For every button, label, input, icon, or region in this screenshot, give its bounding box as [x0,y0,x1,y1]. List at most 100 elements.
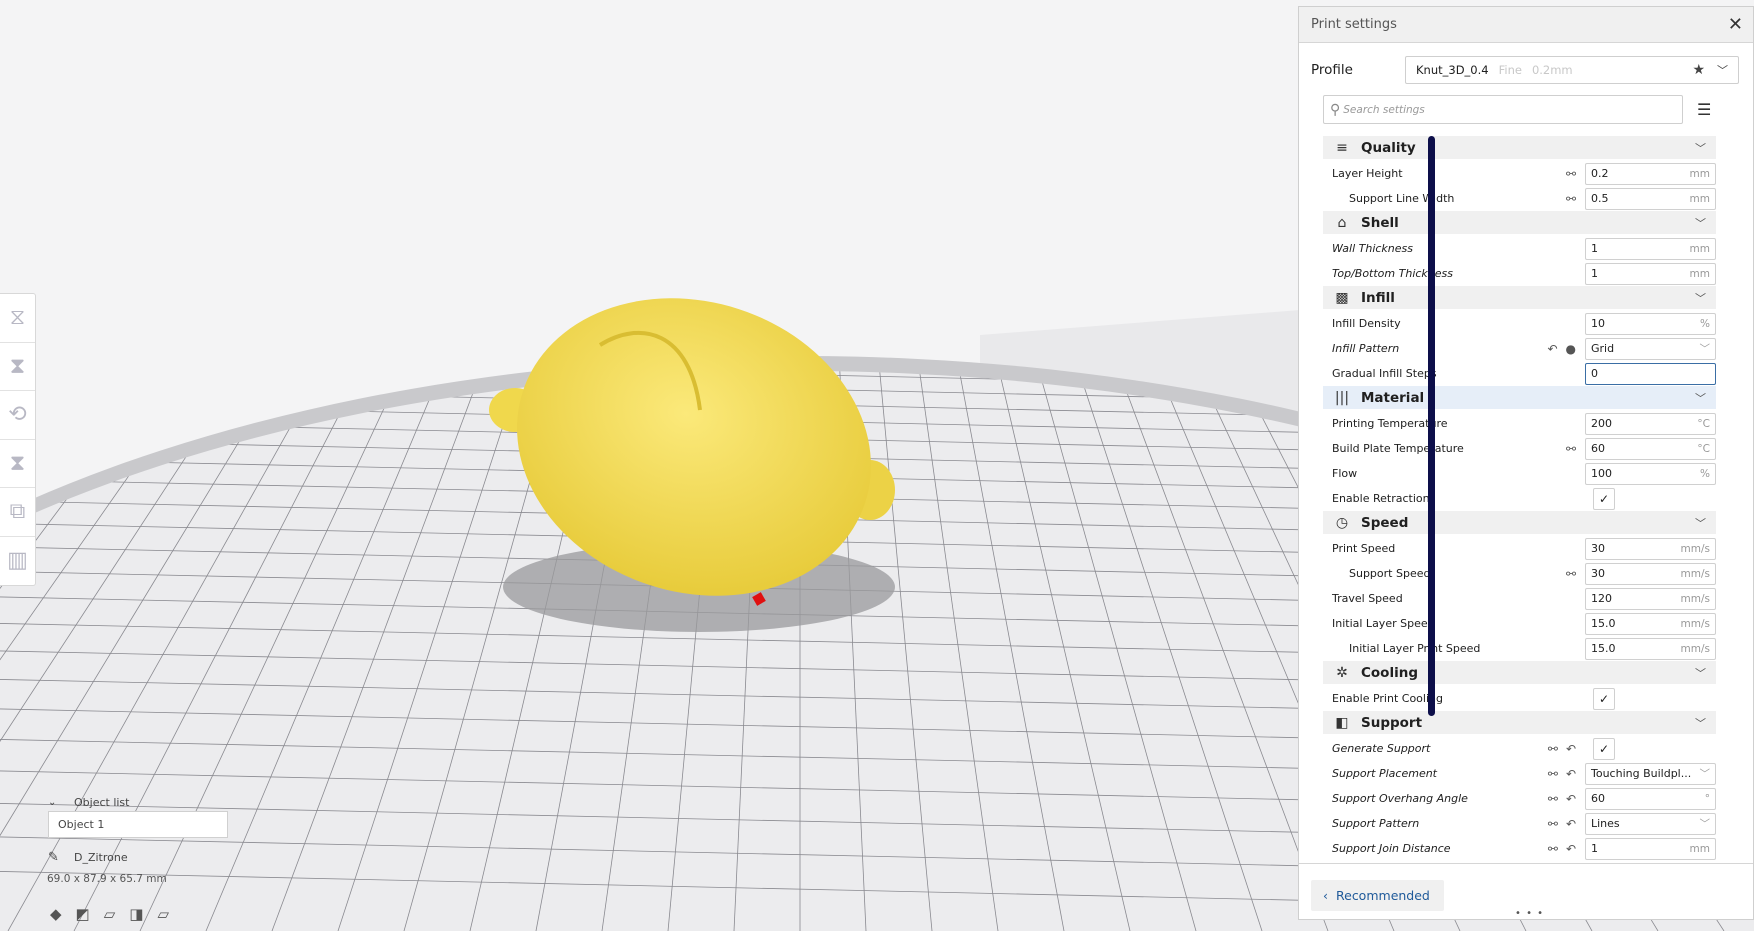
reset-icon[interactable]: ↶ [1566,817,1576,831]
setting-initial-layer-speed: Initial Layer Speed 15.0 mm/s [1323,611,1716,636]
support-line-widthinput[interactable]: 0.5 mm [1585,187,1716,210]
category-material[interactable]: ||| Material ﹀ [1323,386,1716,409]
enable-retractioncheckbox[interactable]: ✓ [1593,487,1615,510]
link-icon[interactable]: ⚯ [1548,767,1558,781]
settings-visibility-menu-icon[interactable]: ☰ [1697,100,1711,119]
function-icon[interactable]: ● [1566,342,1576,356]
chevron-down-icon: ﹀ [1699,818,1711,830]
setting-label: Support Placement [1332,767,1437,780]
mirror-tool-button[interactable]: ⧗ [0,343,35,391]
link-icon[interactable]: ⚯ [1566,567,1576,581]
setting-support-join-distance: Support Join Distance ⚯ ↶ 1 mm [1323,836,1716,861]
chevron-down-icon: ﹀ [1695,666,1706,680]
link-icon[interactable]: ⚯ [1548,817,1558,831]
setting-label: Generate Support [1332,742,1431,755]
category-infill[interactable]: ▩ Infill ﹀ [1323,286,1716,309]
initial-layer-speedinput[interactable]: 15.0 mm/s [1585,612,1716,635]
quality-icon: ≡ [1336,139,1348,156]
initial-layer-print-speedinput[interactable]: 15.0 mm/s [1585,637,1716,660]
wall-thicknessinput[interactable]: 1 mm [1585,237,1716,260]
build-plate-temperatureinput[interactable]: 60 °C [1585,437,1716,460]
search-settings-input[interactable]: ⚲ Search settings [1323,95,1683,124]
reset-icon[interactable]: ↶ [1566,767,1576,781]
chevron-down-icon: ﹀ [1695,141,1706,155]
printing-temperatureinput[interactable]: 200 °C [1585,412,1716,435]
top-view-icon[interactable]: ▱ [104,905,116,923]
setting-label: Initial Layer Print Speed [1349,642,1481,655]
travel-speedinput[interactable]: 120 mm/s [1585,587,1716,610]
category-cooling[interactable]: ✲ Cooling ﹀ [1323,661,1716,684]
front-view-icon[interactable]: ◩ [76,905,90,923]
reset-icon[interactable]: ↶ [1566,792,1576,806]
setting-initial-layer-print-speed: Initial Layer Print Speed 15.0 mm/s [1323,636,1716,661]
generate-supportcheckbox[interactable]: ✓ [1593,737,1615,760]
setting-infill-pattern: Infill Pattern ↶ ● Grid ﹀ [1323,336,1716,361]
setting-build-plate-temperature: Build Plate Temperature ⚯ 60 °C [1323,436,1716,461]
panel-resize-handle[interactable]: • • • [1515,908,1544,919]
chevron-down-icon: ﹀ [1699,343,1711,355]
setting-label: Flow [1332,467,1358,480]
link-icon[interactable]: ⚯ [1566,167,1576,181]
3d-view-icon[interactable]: ◆ [50,905,62,923]
object-list-item[interactable]: Object 1 [48,811,228,838]
right-view-icon[interactable]: ▱ [157,905,169,923]
category-shell[interactable]: ⌂ Shell ﹀ [1323,211,1716,234]
reset-icon[interactable]: ↶ [1547,342,1557,356]
reset-icon[interactable]: ↶ [1566,842,1576,856]
settings-scrollbar[interactable] [1428,136,1435,716]
object-list-toggle[interactable]: ⌄ Object list [48,793,228,811]
cooling-icon: ✲ [1336,664,1348,681]
infill-densityinput[interactable]: 10% [1585,312,1716,335]
pencil-icon[interactable]: ✎ [48,850,74,865]
support-speedinput[interactable]: 30 mm/s [1585,562,1716,585]
support-placementselect[interactable]: Touching Buildpl... ﹀ [1585,762,1716,785]
setting-support-pattern: Support Pattern ⚯ ↶ Lines ﹀ [1323,811,1716,836]
setting-support-placement: Support Placement ⚯ ↶ Touching Buildpl... ﹀ [1323,761,1716,786]
close-icon[interactable]: ✕ [1728,14,1743,35]
per-model-settings-tool-button[interactable]: ⧗ [0,440,35,488]
rotate-tool-button[interactable]: ⟲ [0,391,35,440]
link-icon[interactable]: ⚯ [1548,792,1558,806]
setting-label: Infill Density [1332,317,1401,330]
reset-icon[interactable]: ↶ [1566,742,1576,756]
star-icon[interactable]: ★ [1692,62,1705,78]
enable-print-coolingcheckbox[interactable]: ✓ [1593,687,1615,710]
recommended-button[interactable]: ‹ Recommended [1311,880,1444,911]
support-tool-button[interactable]: ▥ [0,537,35,586]
support-overhang-angleinput[interactable]: 60 ° [1585,787,1716,810]
support-blocker-tool-button[interactable]: ⧉ [0,488,35,537]
link-icon[interactable]: ⚯ [1566,192,1576,206]
support-join-distanceinput[interactable]: 1 mm [1585,837,1716,860]
category-support[interactable]: ◧ Support ﹀ [1323,711,1716,734]
settings-list: ≡ Quality ﹀ Layer Height ⚯ 0.2 mm Support Line … [1323,136,1716,861]
category-quality[interactable]: ≡ Quality ﹀ [1323,136,1716,159]
top-bottom-thicknessinput[interactable]: 1 mm [1585,262,1716,285]
object-name: D_Zitrone [74,851,128,864]
chevron-down-icon: ﹀ [1695,516,1706,530]
print-speedinput[interactable]: 30 mm/s [1585,537,1716,560]
infill-patternselect[interactable]: Grid ﹀ [1585,337,1716,360]
left-view-icon[interactable]: ◨ [129,905,143,923]
flowinput[interactable]: 100% [1585,462,1716,485]
chevron-down-icon: ﹀ [1695,291,1706,305]
chevron-down-icon: ⌄ [48,796,57,808]
link-icon[interactable]: ⚯ [1548,842,1558,856]
profile-select[interactable]: Knut_3D_0.4 Fine 0.2mm ★ ﹀ [1405,56,1739,84]
category-speed[interactable]: ◷ Speed ﹀ [1323,511,1716,534]
layer-heightinput[interactable]: 0.2 mm [1585,162,1716,185]
rotate-icon: ⟲ [8,402,27,428]
setting-label: Enable Retraction [1332,492,1430,505]
link-icon[interactable]: ⚯ [1566,442,1576,456]
gradual-infill-stepsinput[interactable]: 0 [1585,362,1716,385]
profile-label: Profile [1311,62,1353,78]
setting-label: Wall Thickness [1332,242,1413,255]
link-icon[interactable]: ⚯ [1548,742,1558,756]
per-model-settings-icon: ⧗ [9,450,26,476]
setting-support-line-width: Support Line Width ⚯ 0.5 mm [1323,186,1716,211]
setting-label: Support Speed [1349,567,1431,580]
scale-tool-button[interactable]: ⧖ [0,294,35,343]
support-patternselect[interactable]: Lines ﹀ [1585,812,1716,835]
setting-label: Infill Pattern [1332,342,1400,355]
chevron-down-icon: ﹀ [1695,391,1706,405]
object-dimensions: 69.0 x 87.9 x 65.7 mm [47,873,167,885]
